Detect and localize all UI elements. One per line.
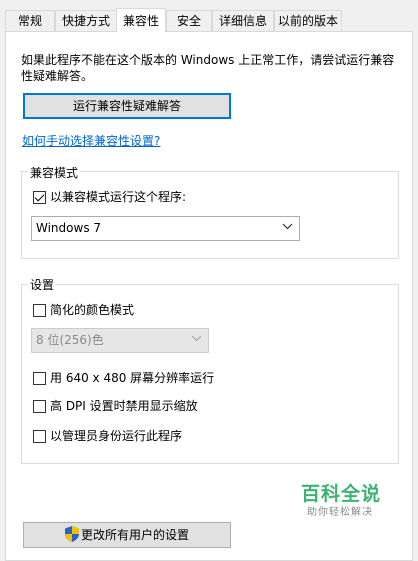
reduced-color-checkbox[interactable]	[33, 304, 46, 317]
chevron-down-icon	[282, 223, 293, 230]
watermark-logo-text: 百科全说	[301, 483, 382, 505]
high-dpi-label[interactable]: 高 DPI 设置时禁用显示缩放	[50, 398, 198, 414]
uac-shield-icon	[64, 526, 79, 542]
intro-text: 如果此程序不能在这个版本的 Windows 上正常工作，请尝试运行兼容性疑难解答…	[21, 53, 395, 83]
reduced-color-label[interactable]: 简化的颜色模式	[50, 302, 134, 318]
watermark-subtitle: 助你轻松解决	[307, 507, 373, 518]
change-all-users-button[interactable]: 更改所有用户的设置	[23, 522, 231, 548]
tab-label: 安全	[176, 14, 201, 28]
res-640-checkbox[interactable]	[33, 372, 46, 385]
res-640-label[interactable]: 用 640 x 480 屏幕分辨率运行	[50, 370, 214, 386]
compat-mode-group	[21, 171, 399, 259]
tab-strip: 常规 快捷方式 兼容性 安全 详细信息 以前的版本	[0, 0, 418, 32]
compat-mode-group-label: 兼容模式	[28, 164, 81, 181]
tab-label: 兼容性	[122, 14, 159, 28]
tab-general[interactable]: 常规	[5, 10, 55, 31]
os-version-value: Windows 7	[36, 221, 102, 235]
compat-mode-checkbox[interactable]	[33, 191, 46, 204]
tab-security[interactable]: 安全	[166, 10, 212, 31]
chevron-down-icon	[191, 335, 202, 342]
tab-label: 快捷方式	[61, 14, 110, 28]
tab-label: 以前的版本	[277, 14, 338, 28]
tab-label: 详细信息	[218, 14, 267, 28]
run-as-admin-label[interactable]: 以管理员身份运行此程序	[50, 428, 182, 444]
high-dpi-checkbox[interactable]	[33, 400, 46, 413]
run-troubleshooter-button[interactable]: 运行兼容性疑难解答	[23, 93, 231, 119]
manual-settings-link[interactable]: 如何手动选择兼容性设置?	[22, 132, 160, 149]
tab-compatibility[interactable]: 兼容性	[116, 8, 166, 32]
color-depth-select: 8 位(256)色	[31, 328, 209, 353]
tab-details[interactable]: 详细信息	[212, 10, 274, 31]
settings-group-label: 设置	[28, 276, 57, 293]
tab-shortcut[interactable]: 快捷方式	[55, 10, 117, 31]
os-version-select[interactable]: Windows 7	[31, 216, 300, 241]
tab-label: 常规	[17, 14, 42, 28]
compat-mode-checkbox-label[interactable]: 以兼容模式运行这个程序:	[50, 189, 186, 205]
change-all-users-label: 更改所有用户的设置	[80, 528, 189, 542]
run-as-admin-checkbox[interactable]	[33, 430, 46, 443]
color-depth-value: 8 位(256)色	[36, 333, 104, 347]
tab-previous-versions[interactable]: 以前的版本	[274, 10, 342, 31]
